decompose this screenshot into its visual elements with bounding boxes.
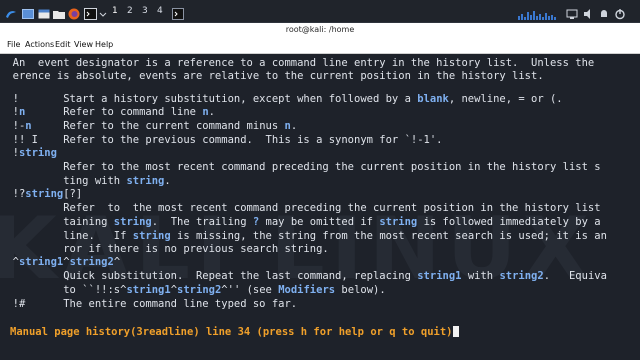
line-text: ! Start a history substitution, except w… — [0, 93, 418, 105]
window-title: root@kali: /home — [285, 25, 355, 34]
line-text: ^ — [113, 256, 121, 268]
highlighted-term: string1 — [417, 270, 462, 282]
man-line: !n Refer to command line n. — [0, 106, 215, 119]
highlighted-term: string — [18, 147, 57, 159]
highlighted-term: string — [379, 216, 418, 228]
man-line: An event designator is a reference to a … — [0, 57, 595, 70]
workspace-1[interactable]: 1 — [112, 6, 118, 16]
line-text: !! I Refer to the previous command. This… — [0, 134, 443, 146]
line-text: An event designator is a reference to a … — [0, 57, 595, 69]
highlighted-term: string — [132, 230, 171, 242]
man-line: taining string. The trailing ? may be om… — [0, 216, 601, 229]
man-line: ! Start a history substitution, except w… — [0, 93, 563, 106]
highlighted-term: string2 — [499, 270, 544, 282]
menu-view[interactable]: View — [74, 40, 93, 49]
line-text: ! — [0, 106, 19, 118]
highlighted-term: string — [113, 216, 152, 228]
line-text: to ``!!:s^ — [0, 284, 127, 296]
kali-menu-icon[interactable] — [5, 5, 17, 18]
text-cursor — [452, 326, 459, 337]
man-line: ^string1^string2^ — [0, 256, 121, 269]
man-line: Refer to the most recent command precedi… — [0, 161, 601, 174]
line-text: . — [208, 106, 215, 118]
workspace-2[interactable]: 2 — [127, 6, 133, 16]
file-manager-icon[interactable] — [38, 5, 50, 19]
dropdown-icon[interactable] — [99, 5, 107, 17]
line-text: . — [164, 175, 171, 187]
line-text: may be omitted if — [259, 216, 380, 228]
line-text: is missing, the string from the most rec… — [170, 230, 607, 242]
man-line: erence is absolute, events are relative … — [0, 70, 544, 83]
line-text: ^'' (see — [221, 284, 279, 296]
man-line: !-n Refer to the current command minus n… — [0, 120, 298, 133]
line-text: with — [461, 270, 500, 282]
line-text: below). — [335, 284, 386, 296]
folder-icon[interactable] — [53, 5, 65, 19]
highlighted-term: Modifiers — [278, 284, 336, 296]
terminal-launcher-icon[interactable] — [84, 5, 97, 20]
line-text: is followed immediately by a — [417, 216, 601, 228]
line-text: Refer to the most recent command precedi… — [0, 161, 601, 173]
highlighted-term: blank — [417, 93, 449, 105]
menu-edit[interactable]: Edit — [55, 40, 71, 49]
taskbar: 1 2 3 4 — [0, 0, 640, 23]
line-text: !- — [0, 120, 26, 132]
man-line: !?string[?] — [0, 188, 83, 201]
power-icon[interactable] — [614, 5, 626, 20]
man-line: ting with string. — [0, 175, 171, 188]
workspace-3[interactable]: 3 — [142, 6, 148, 16]
line-text: ^ — [0, 256, 19, 268]
volume-icon[interactable] — [583, 5, 595, 19]
man-line: Refer to the most recent command precedi… — [0, 202, 601, 215]
menu-actions[interactable]: Actions — [25, 40, 54, 49]
man-line: Quick substitution. Repeat the last comm… — [0, 270, 607, 283]
highlighted-term: string — [126, 175, 165, 187]
highlighted-term: string2 — [69, 256, 114, 268]
terminal-view[interactable]: KALI LINUX An event designator is a refe… — [0, 54, 640, 360]
pager-status-line: Manual page history(3readline) line 34 (… — [10, 326, 459, 338]
man-line: !# The entire command line typed so far. — [0, 298, 297, 311]
line-text: taining — [0, 216, 114, 228]
task-terminal-icon[interactable] — [172, 5, 184, 20]
line-text: [?] — [63, 188, 83, 200]
line-text: ting with — [0, 175, 127, 187]
line-text: . Equiva — [543, 270, 607, 282]
line-text: ! — [0, 147, 19, 159]
line-text: ror if there is no previous search strin… — [0, 243, 329, 255]
line-text: . — [290, 120, 298, 132]
line-text: erence is absolute, events are relative … — [0, 70, 544, 82]
highlighted-term: string2 — [177, 284, 222, 296]
man-line: line. If string is missing, the string f… — [0, 230, 607, 243]
highlighted-term: string — [25, 188, 64, 200]
line-text: , newline, = or (. — [448, 93, 563, 105]
line-text: line. If — [0, 230, 133, 242]
pager-status-text: Manual page history(3readline) line 34 (… — [10, 326, 453, 338]
line-text: Refer to the most recent command precedi… — [0, 202, 601, 214]
line-text: !? — [0, 188, 26, 200]
show-desktop-icon[interactable] — [22, 5, 34, 19]
line-text: Refer to the current command minus — [31, 120, 285, 132]
man-line: ror if there is no previous search strin… — [0, 243, 329, 256]
workspace-4[interactable]: 4 — [157, 6, 163, 16]
line-text: !# The entire command line typed so far. — [0, 298, 298, 310]
network-icon[interactable] — [566, 5, 578, 19]
cpu-graph-icon — [518, 5, 558, 20]
line-text: Refer to command line — [25, 106, 203, 118]
menu-help[interactable]: Help — [95, 40, 113, 49]
man-line: !! I Refer to the previous command. This… — [0, 134, 443, 147]
menu-file[interactable]: File — [7, 40, 20, 49]
notification-icon[interactable] — [599, 5, 609, 17]
firefox-icon[interactable] — [68, 5, 80, 20]
line-text: . The trailing — [151, 216, 253, 228]
highlighted-term: string1 — [18, 256, 64, 268]
man-line: !string — [0, 147, 57, 160]
man-line: to ``!!:s^string1^string2^'' (see Modifi… — [0, 284, 386, 297]
highlighted-term: string1 — [126, 284, 171, 296]
menu-bar: File Actions Edit View Help — [0, 37, 640, 54]
line-text: Quick substitution. Repeat the last comm… — [0, 270, 418, 282]
window-titlebar[interactable]: root@kali: /home — [0, 23, 640, 37]
